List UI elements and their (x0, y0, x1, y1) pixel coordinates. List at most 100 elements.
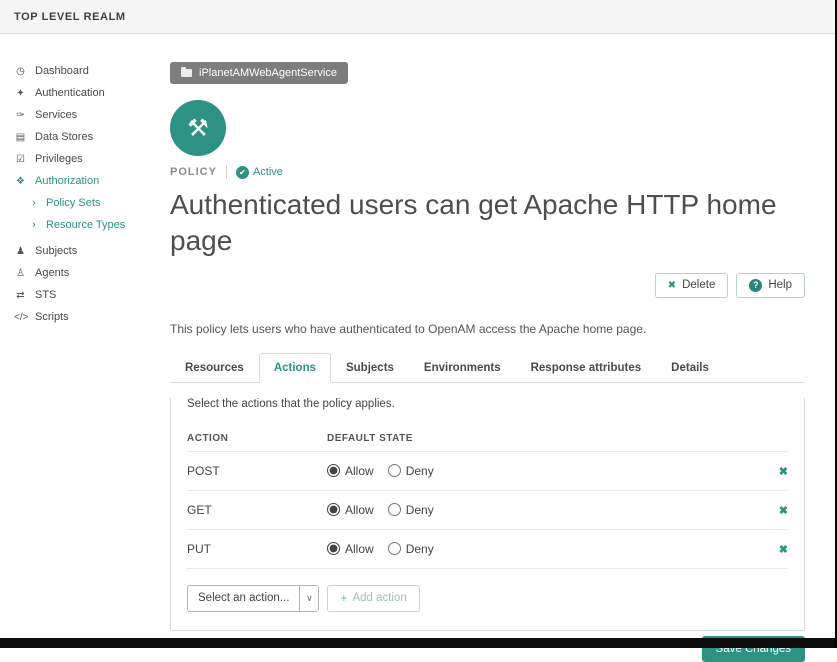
sidebar-item-label: Dashboard (35, 65, 89, 77)
sidebar-item-agents[interactable]: ♙ Agents (0, 262, 152, 284)
sidebar-item-label: Services (35, 109, 77, 121)
sidebar-item-resource-types[interactable]: › Resource Types (0, 214, 152, 236)
add-action-label: Add action (352, 592, 406, 604)
divider (226, 165, 227, 179)
remove-action-icon[interactable]: ✖ (779, 505, 788, 517)
sidebar-item-label: Authentication (35, 87, 105, 99)
sidebar-item-label: Authorization (35, 175, 99, 187)
status-label: Active (253, 166, 283, 178)
exchange-icon: ⇄ (14, 290, 27, 301)
tab-subjects[interactable]: Subjects (331, 353, 409, 383)
help-button[interactable]: ? Help (736, 273, 805, 298)
toolbar: ✖ Delete ? Help (170, 273, 805, 298)
key-icon: ✦ (14, 88, 27, 99)
help-icon: ? (749, 279, 762, 292)
policy-description: This policy lets users who have authenti… (170, 322, 805, 336)
plus-icon: + (340, 591, 347, 605)
table-row: PUT Allow Deny (187, 529, 788, 568)
policy-avatar: ⚒ (170, 100, 226, 156)
allow-radio[interactable] (327, 542, 340, 555)
add-action-button[interactable]: + Add action (327, 585, 419, 612)
sidebar-item-sts[interactable]: ⇄ STS (0, 284, 152, 306)
code-icon: </> (14, 312, 27, 323)
gavel-icon: ⚒ (187, 114, 209, 143)
deny-radio[interactable] (388, 503, 401, 516)
chevron-right-icon: › (30, 219, 38, 231)
app-window: TOP LEVEL REALM ◷ Dashboard ✦ Authentica… (0, 0, 837, 648)
breadcrumb-label: iPlanetAMWebAgentService (199, 67, 337, 79)
column-header-default-state: DEFAULT STATE (327, 426, 764, 452)
allow-radio-label[interactable]: Allow (327, 542, 374, 556)
column-header-action: ACTION (187, 426, 327, 452)
sidebar-item-label: Policy Sets (46, 197, 100, 209)
deny-radio-label[interactable]: Deny (388, 542, 434, 556)
sidebar-item-label: Resource Types (46, 219, 125, 231)
agent-icon: ♙ (14, 268, 27, 279)
chevron-down-icon: ∨ (299, 586, 318, 611)
allow-radio[interactable] (327, 503, 340, 516)
table-row: POST Allow Deny (187, 451, 788, 490)
sidebar-item-data-stores[interactable]: ▤ Data Stores (0, 126, 152, 148)
sidebar-item-label: Data Stores (35, 131, 93, 143)
users-icon: ♟ (14, 246, 27, 257)
check-circle-icon: ✔ (236, 166, 249, 179)
delete-x-icon: ✖ (668, 280, 676, 291)
sidebar-item-authorization[interactable]: ❖ Authorization (0, 170, 152, 192)
action-name: GET (187, 490, 327, 529)
actions-table: ACTION DEFAULT STATE POST (187, 426, 788, 569)
dashboard-icon: ◷ (14, 66, 27, 77)
page-title: Authenticated users can get Apache HTTP … (170, 187, 805, 259)
add-action-row: Select an action... ∨ + Add action (187, 569, 788, 630)
action-name: POST (187, 451, 327, 490)
chevron-right-icon: › (30, 197, 38, 209)
help-button-label: Help (768, 279, 792, 291)
breadcrumb[interactable]: iPlanetAMWebAgentService (170, 62, 348, 84)
delete-button-label: Delete (682, 279, 715, 291)
sidebar-item-subjects[interactable]: ♟ Subjects (0, 240, 152, 262)
sidebar-item-label: Privileges (35, 153, 83, 165)
authorization-icon: ❖ (14, 176, 27, 187)
sidebar-item-scripts[interactable]: </> Scripts (0, 306, 152, 328)
sidebar-item-policy-sets[interactable]: › Policy Sets (0, 192, 152, 214)
sidebar-item-services[interactable]: ✑ Services (0, 104, 152, 126)
deny-radio-label[interactable]: Deny (388, 503, 434, 517)
allow-radio-label[interactable]: Allow (327, 464, 374, 478)
allow-radio-label[interactable]: Allow (327, 503, 374, 517)
deny-radio[interactable] (388, 464, 401, 477)
sidebar-item-privileges[interactable]: ☑ Privileges (0, 148, 152, 170)
tab-resources[interactable]: Resources (170, 353, 259, 383)
sidebar: ◷ Dashboard ✦ Authentication ✑ Services … (0, 34, 152, 638)
sidebar-item-label: STS (35, 289, 56, 301)
sidebar-item-dashboard[interactable]: ◷ Dashboard (0, 60, 152, 82)
tab-actions[interactable]: Actions (259, 353, 331, 383)
deny-radio[interactable] (388, 542, 401, 555)
panel-instruction: Select the actions that the policy appli… (187, 398, 788, 410)
delete-button[interactable]: ✖ Delete (655, 273, 729, 298)
sidebar-item-authentication[interactable]: ✦ Authentication (0, 82, 152, 104)
table-row: GET Allow Deny (187, 490, 788, 529)
tab-bar: Resources Actions Subjects Environments … (170, 353, 805, 383)
remove-action-icon[interactable]: ✖ (779, 466, 788, 478)
realm-header-bar: TOP LEVEL REALM (0, 0, 835, 34)
actions-panel: Select the actions that the policy appli… (170, 398, 805, 631)
deny-radio-label[interactable]: Deny (388, 464, 434, 478)
action-select-value: Select an action... (188, 586, 299, 611)
main-content: iPlanetAMWebAgentService ⚒ POLICY ✔ Acti… (152, 34, 835, 638)
status-badge: ✔ Active (236, 166, 283, 179)
allow-radio[interactable] (327, 464, 340, 477)
realm-title: TOP LEVEL REALM (14, 11, 126, 23)
bottom-bar (0, 638, 835, 648)
action-name: PUT (187, 529, 327, 568)
sidebar-item-label: Scripts (35, 311, 69, 323)
remove-action-icon[interactable]: ✖ (779, 544, 788, 556)
tab-response-attributes[interactable]: Response attributes (516, 353, 657, 383)
policy-type-label: POLICY (170, 166, 217, 178)
tab-environments[interactable]: Environments (409, 353, 516, 383)
database-icon: ▤ (14, 132, 27, 143)
sidebar-item-label: Agents (35, 267, 69, 279)
checkbox-icon: ☑ (14, 154, 27, 165)
folder-icon (181, 69, 192, 77)
tab-details[interactable]: Details (656, 353, 724, 383)
policy-type-row: POLICY ✔ Active (170, 165, 805, 179)
action-select[interactable]: Select an action... ∨ (187, 585, 319, 612)
